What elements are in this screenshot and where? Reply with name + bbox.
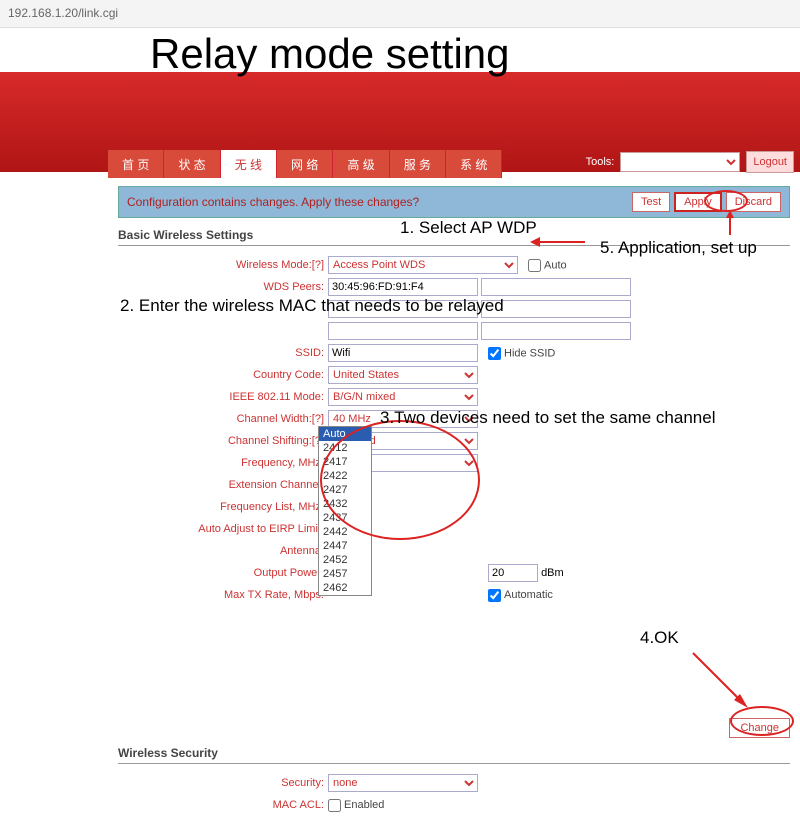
power-input[interactable] [488, 564, 538, 582]
content-area: Configuration contains changes. Apply th… [108, 178, 800, 800]
wds-peers-input-6[interactable] [481, 322, 631, 340]
wireless-mode-label: Wireless Mode:[?] [118, 259, 328, 271]
chwidth-label: Channel Width:[?] [118, 413, 328, 425]
address-bar[interactable]: 192.168.1.20/link.cgi [0, 0, 800, 28]
country-label: Country Code: [118, 369, 328, 381]
test-button[interactable]: Test [632, 192, 670, 212]
freq-option[interactable]: 2442 [319, 525, 371, 539]
chshift-label: Channel Shifting:[?] [118, 435, 328, 447]
power-label: Output Power: [118, 567, 328, 579]
tab-advanced[interactable]: 高 级 [333, 150, 389, 178]
freq-option[interactable]: 2432 [319, 497, 371, 511]
freq-option[interactable]: Auto [319, 427, 371, 441]
wds-peers-input-1[interactable] [328, 278, 478, 296]
maxtx-label: Max TX Rate, Mbps: [118, 589, 328, 601]
tab-home[interactable]: 首 页 [108, 150, 164, 178]
macacl-checkbox[interactable]: Enabled [328, 799, 384, 811]
freq-option[interactable]: 2462 [319, 581, 371, 595]
antenna-label: Antenna: [118, 545, 328, 557]
wds-peers-label: WDS Peers: [118, 281, 328, 293]
wireless-mode-select[interactable]: Access Point WDS [328, 256, 518, 274]
hide-ssid-checkbox[interactable]: Hide SSID [488, 347, 555, 360]
discard-button[interactable]: Discard [726, 192, 781, 212]
section-basic-title: Basic Wireless Settings [118, 228, 790, 246]
wds-peers-input-4[interactable] [481, 300, 631, 318]
security-form: Security: none MAC ACL: Enabled [118, 772, 790, 816]
freq-option[interactable]: 2437 [319, 511, 371, 525]
freq-label: Frequency, MHz: [118, 457, 328, 469]
ssid-label: SSID: [118, 347, 328, 359]
security-select[interactable]: none [328, 774, 478, 792]
freq-option[interactable]: 2447 [319, 539, 371, 553]
toolbar: Tools: Logout [586, 150, 794, 174]
change-button[interactable]: Change [729, 718, 790, 738]
maxtx-auto-checkbox[interactable]: Automatic [488, 589, 553, 601]
freqlist-label: Frequency List, MHz: [118, 501, 328, 513]
tab-system[interactable]: 系 统 [446, 150, 502, 178]
security-label: Security: [118, 777, 328, 789]
ssid-input[interactable] [328, 344, 478, 362]
changes-notice: Configuration contains changes. Apply th… [118, 186, 790, 218]
freq-option[interactable]: 2417 [319, 455, 371, 469]
tools-select[interactable] [620, 152, 740, 172]
freq-option[interactable]: 2452 [319, 553, 371, 567]
ieee-label: IEEE 802.11 Mode: [118, 391, 328, 403]
wds-peers-input-5[interactable] [328, 322, 478, 340]
extch-label: Extension Channel: [118, 479, 328, 491]
page-title: Relay mode setting [150, 30, 510, 78]
freq-option[interactable]: 2412 [319, 441, 371, 455]
freq-option[interactable]: 2427 [319, 483, 371, 497]
tab-wireless[interactable]: 无 线 [221, 150, 277, 178]
wds-peers-input-3[interactable] [328, 300, 478, 318]
tab-network[interactable]: 网 络 [277, 150, 333, 178]
wireless-mode-auto[interactable]: Auto [528, 259, 567, 272]
basic-form: Wireless Mode:[?] Access Point WDS Auto … [118, 254, 790, 606]
logout-button[interactable]: Logout [746, 151, 794, 173]
eirp-label: Auto Adjust to EIRP Limit: [118, 523, 328, 535]
freq-option[interactable]: 2422 [319, 469, 371, 483]
section-security-title: Wireless Security [118, 746, 790, 764]
tab-status[interactable]: 状 态 [164, 150, 220, 178]
apply-button[interactable]: Apply [674, 192, 722, 212]
power-unit: dBm [541, 567, 564, 579]
macacl-label: MAC ACL: [118, 799, 328, 811]
freq-option[interactable]: 2457 [319, 567, 371, 581]
notice-text: Configuration contains changes. Apply th… [127, 195, 419, 209]
tab-services[interactable]: 服 务 [390, 150, 446, 178]
tools-label: Tools: [586, 156, 615, 168]
wds-peers-input-2[interactable] [481, 278, 631, 296]
country-select[interactable]: United States [328, 366, 478, 384]
ieee-select[interactable]: B/G/N mixed [328, 388, 478, 406]
freq-dropdown-list[interactable]: Auto 2412 2417 2422 2427 2432 2437 2442 … [318, 426, 372, 596]
